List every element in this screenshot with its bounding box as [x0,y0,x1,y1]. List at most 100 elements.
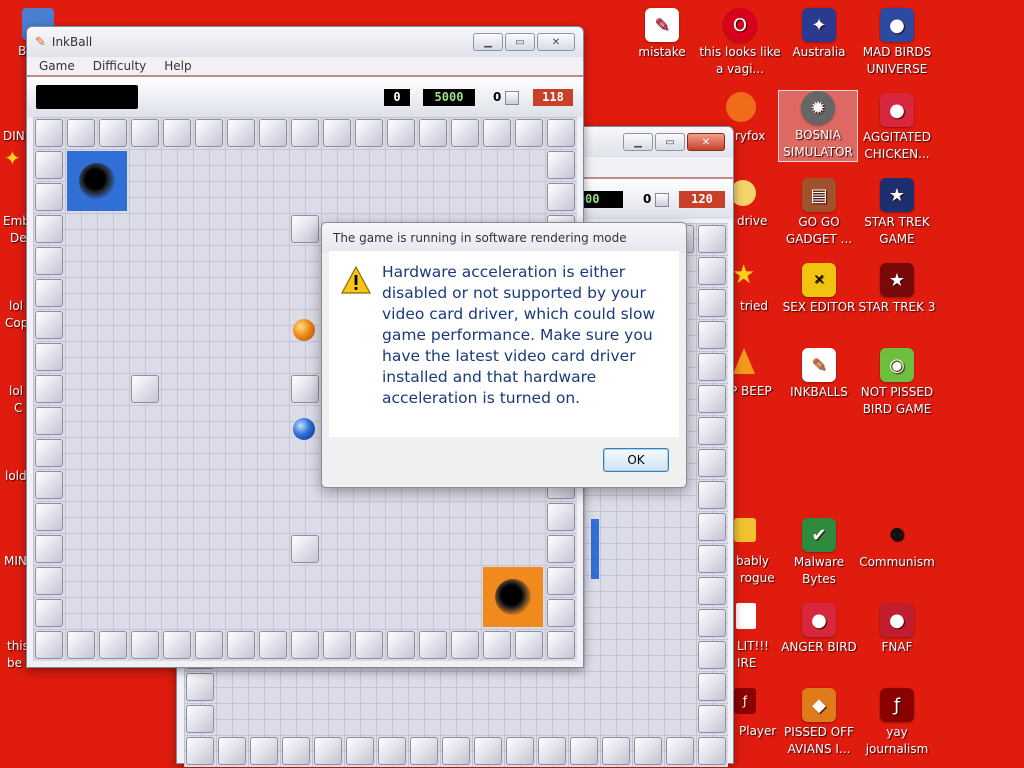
front-titlebar[interactable]: ✎ InkBall ▁ ▭ ✕ [27,27,583,57]
desktop-icon-not-pissed-bird[interactable]: ◉ NOT PISSED BIRD GAME [854,348,940,418]
back-close-button[interactable]: ✕ [687,133,725,151]
ink-color-display [36,85,138,109]
desktop-icon-sex-editor[interactable]: ✕ SEX EDITOR [776,263,862,316]
desktop-label-left-c[interactable]: C [14,400,22,417]
back-blue-hole-edge [591,519,599,579]
wall-tile [698,257,726,285]
wall-tile [442,737,470,765]
desktop-label-left-be[interactable]: be [7,655,22,672]
wall-tile [355,631,383,659]
desktop-icon-yay-journalism[interactable]: ƒ yay journalism [854,688,940,758]
desktop-label-tried[interactable]: tried [740,298,768,315]
minimize-button[interactable]: ▁ [473,33,503,51]
wall-tile [506,737,534,765]
desktop-icon-go-go-gadget[interactable]: ▤ GO GO GADGET ... [776,178,862,248]
wall-tile [218,737,246,765]
hd-icon: ✕ [802,263,836,297]
remaining-counter: 118 [533,89,573,106]
desktop-icon-bosnia-simulator[interactable]: ✹ BOSNIA SIMULATOR [778,90,858,162]
wall-tile [282,737,310,765]
wall-tile [195,631,223,659]
wall-tile [35,567,63,595]
desktop-icon-fnaf[interactable]: ● FNAF [854,603,940,656]
wall-tile [186,673,214,701]
wall-tile [35,279,63,307]
desktop-icon-star-trek-game[interactable]: ★ STAR TREK GAME [854,178,940,248]
flash-player-icon[interactable]: ƒ [734,688,756,714]
desktop-icon-mistake[interactable]: ✎ mistake [619,8,705,61]
software-rendering-dialog[interactable]: The game is running in software renderin… [321,222,687,488]
back-balls-count: 0 [643,192,652,206]
wall-tile [35,183,63,211]
wall-tile [483,119,511,147]
back-remaining-counter: 120 [679,191,725,208]
document-icon[interactable] [736,603,756,629]
desktop-label-left-b[interactable]: B [18,43,26,60]
desktop-icon-mad-birds[interactable]: ● MAD BIRDS UNIVERSE [854,8,940,78]
wall-tile [451,631,479,659]
firefox-icon[interactable] [726,92,756,122]
wall-tile [547,151,575,179]
desktop-label-left-lold[interactable]: lold [5,468,27,485]
desktop-label-left-lol2[interactable]: lol [9,383,23,400]
desktop-label-player[interactable]: Player [739,723,776,740]
wall-tile [570,737,598,765]
vlc-icon[interactable] [733,348,755,374]
flash-icon: ƒ [880,688,914,722]
wall-tile [515,631,543,659]
maximize-button[interactable]: ▭ [505,33,535,51]
star-wars-icon: ★ [880,178,914,212]
desktop-icon-malware-bytes[interactable]: ✔ Malware Bytes [776,518,862,588]
desktop-label-left-lol1[interactable]: lol [9,298,23,315]
menu-help[interactable]: Help [164,59,191,73]
close-button[interactable]: ✕ [537,33,575,51]
wall-tile [67,631,95,659]
desktop-label-left-din[interactable]: DIN [3,128,25,145]
wall-tile [547,183,575,211]
wall-tile [698,417,726,445]
back-minimize-button[interactable]: ▁ [623,133,653,151]
wall-tile [35,119,63,147]
desktop-icon-star-trek-3[interactable]: ★ STAR TREK 3 [854,263,940,316]
desktop-label-left-min[interactable]: MIN [4,553,27,570]
desktop-icon-aggitated-chicken[interactable]: ● AGGITATED CHICKEN... [854,93,940,163]
back-ball-indicator [655,193,669,207]
desktop-icon-pissed-off-avians[interactable]: ◆ PISSED OFF AVIANS I... [776,688,862,758]
angry-birds-rio-icon: ◆ [802,688,836,722]
wall-tile [698,321,726,349]
back-maximize-button[interactable]: ▭ [655,133,685,151]
wall-tile [698,577,726,605]
wall-tile [698,737,726,765]
wall-tile [259,631,287,659]
star-icon[interactable]: ★ [732,262,755,288]
desktop-label-firefox[interactable]: ryfox [735,128,765,145]
menu-game[interactable]: Game [39,59,75,73]
desktop-label-left-cop[interactable]: Cop [5,315,28,332]
desktop-icon-inkballs[interactable]: ✎ INKBALLS [776,348,862,401]
desktop-label-ire[interactable]: IRE [737,655,756,672]
desktop-icon-communism[interactable]: ⚉ Communism [854,518,940,571]
dialog-body: Hardware acceleration is either disabled… [329,251,679,437]
australia-icon: ✦ [802,8,836,42]
menu-difficulty[interactable]: Difficulty [93,59,147,73]
wall-tile [35,215,63,243]
wall-tile [602,737,630,765]
desktop-label-rogue[interactable]: rogue [740,570,775,587]
desktop-icon-opera[interactable]: O this looks like a vagi... [697,8,783,78]
desktop-label-left-de[interactable]: De [10,230,27,247]
left-star-icon: ✦ [4,146,21,170]
folder-icon[interactable] [734,518,756,542]
desktop-label-probably[interactable]: bably [736,553,769,570]
desktop-label-lit[interactable]: LIT!!! [737,638,769,655]
wall-tile [419,631,447,659]
notebook-icon: ✎ [645,8,679,42]
desktop-icon-anger-bird[interactable]: ● ANGER BIRD [776,603,862,656]
desktop-icon-australia[interactable]: ✦ Australia [776,8,862,61]
desktop-label-drive[interactable]: drive [737,213,767,230]
wall-tile [698,609,726,637]
ok-button[interactable]: OK [603,448,669,472]
wall-tile [547,119,575,147]
desktop-label-beep[interactable]: P BEEP [730,383,772,400]
wall-tile [323,631,351,659]
wall-tile [35,503,63,531]
